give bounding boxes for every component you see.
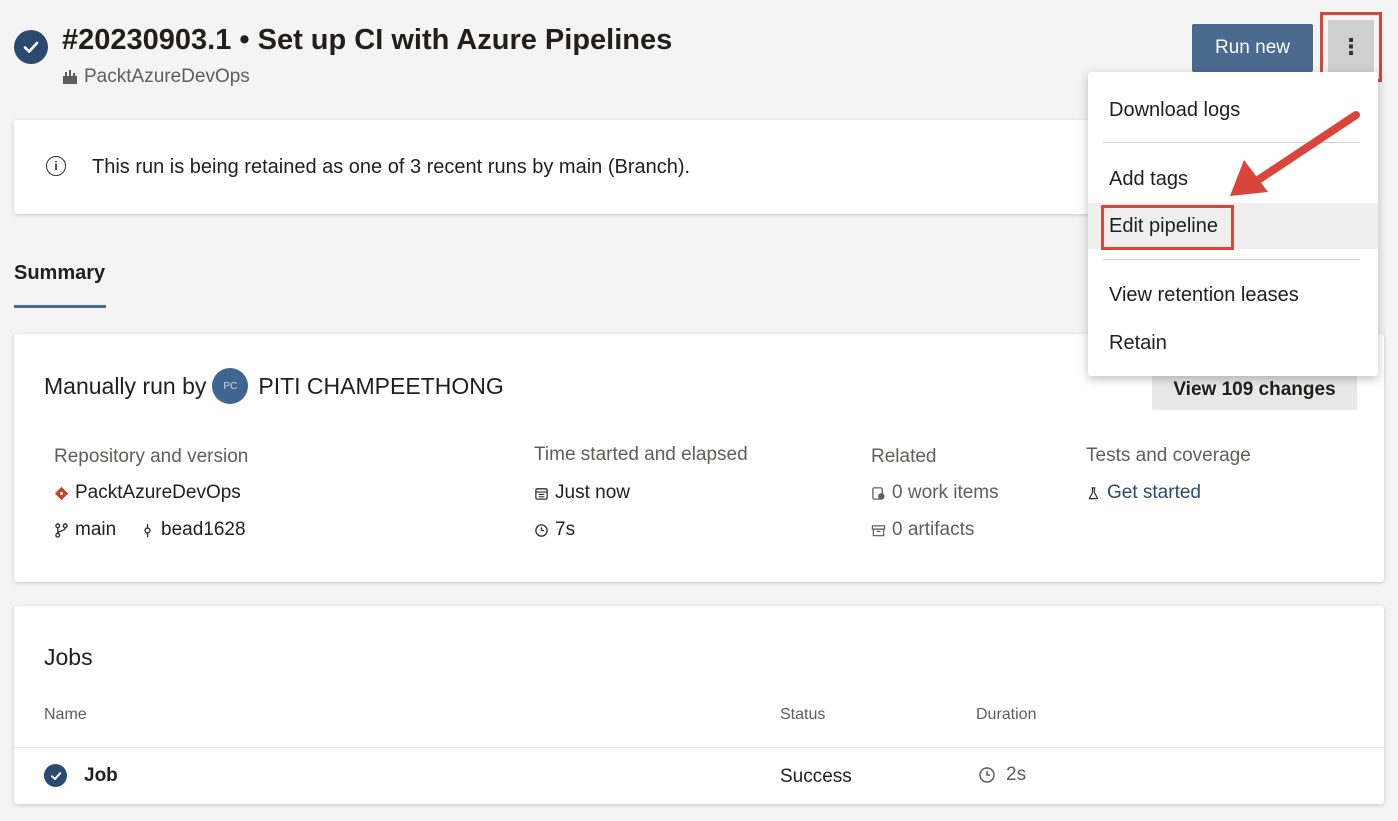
work-items-link[interactable]: 0 work items [871, 482, 999, 504]
column-header-status: Status [780, 706, 826, 723]
run-new-button[interactable]: Run new [1192, 24, 1313, 72]
time-elapsed: 7s [534, 519, 575, 541]
project-link[interactable]: PacktAzureDevOps [62, 66, 250, 88]
jobs-card: Jobs Name Status Duration Job Success 2s [14, 606, 1384, 804]
retention-banner: i This run is being retained as one of 3… [14, 120, 1154, 214]
related-header: Related [871, 446, 937, 467]
menu-item-download-logs[interactable]: Download logs [1088, 87, 1378, 133]
time-started: Just now [534, 482, 630, 504]
job-status: Success [780, 766, 852, 787]
menu-divider [1103, 259, 1360, 260]
artifacts-count: 0 artifacts [892, 519, 975, 540]
branch-link[interactable]: main [54, 519, 116, 541]
branch-icon [55, 522, 68, 538]
column-header-name: Name [44, 706, 87, 723]
time-elapsed-value: 7s [555, 519, 576, 540]
job-duration-value: 2s [1006, 764, 1027, 785]
calendar-icon [535, 487, 548, 500]
commit-link[interactable]: bead1628 [140, 519, 246, 541]
job-duration: 2s [978, 764, 1026, 786]
repo-name: PacktAzureDevOps [75, 482, 241, 503]
flask-icon [1088, 486, 1099, 499]
artifacts-link[interactable]: 0 artifacts [871, 519, 974, 541]
tests-get-started-link[interactable]: Get started [1086, 482, 1201, 504]
manual-run-line: Manually run by PC PITI CHAMPEETHONG [44, 368, 504, 404]
tests-header: Tests and coverage [1086, 445, 1251, 466]
check-circle-icon [44, 764, 67, 787]
menu-item-view-retention-leases[interactable]: View retention leases [1088, 272, 1378, 318]
table-row[interactable]: Job Success 2s [14, 748, 1384, 804]
artifact-icon [871, 524, 886, 536]
menu-item-retain[interactable]: Retain [1088, 320, 1378, 366]
tests-link-label: Get started [1107, 482, 1201, 503]
work-items-count: 0 work items [892, 482, 999, 503]
menu-divider [1103, 142, 1360, 143]
jobs-title: Jobs [44, 644, 93, 670]
git-repo-icon [54, 486, 69, 500]
commit-id: bead1628 [161, 519, 246, 540]
tab-active-indicator [14, 305, 106, 308]
menu-item-add-tags[interactable]: Add tags [1088, 156, 1378, 202]
commit-icon [144, 523, 151, 537]
branch-name: main [75, 519, 117, 540]
tab-summary[interactable]: Summary [14, 262, 105, 285]
time-started-value: Just now [555, 482, 630, 503]
user-name[interactable]: PITI CHAMPEETHONG [258, 373, 503, 400]
time-header: Time started and elapsed [534, 444, 748, 465]
work-items-icon [872, 486, 885, 500]
run-title: #20230903.1 • Set up CI with Azure Pipel… [62, 24, 673, 56]
project-name: PacktAzureDevOps [84, 66, 250, 87]
info-icon: i [46, 156, 66, 176]
avatar: PC [212, 368, 249, 404]
edit-pipeline-highlight [1101, 205, 1234, 250]
repository-header: Repository and version [54, 446, 249, 467]
clock-icon [979, 767, 995, 783]
column-header-duration: Duration [976, 706, 1037, 723]
more-vertical-icon[interactable]: ⋮ [1328, 20, 1374, 74]
pipeline-icon [63, 70, 77, 84]
retention-message: This run is being retained as one of 3 r… [92, 156, 691, 178]
check-circle-icon [14, 30, 48, 64]
view-changes-button[interactable]: View 109 changes [1152, 370, 1357, 410]
job-name: Job [84, 765, 118, 786]
manual-run-label: Manually run by [44, 372, 207, 399]
repo-link[interactable]: PacktAzureDevOps [54, 482, 241, 504]
clock-icon [535, 523, 548, 537]
